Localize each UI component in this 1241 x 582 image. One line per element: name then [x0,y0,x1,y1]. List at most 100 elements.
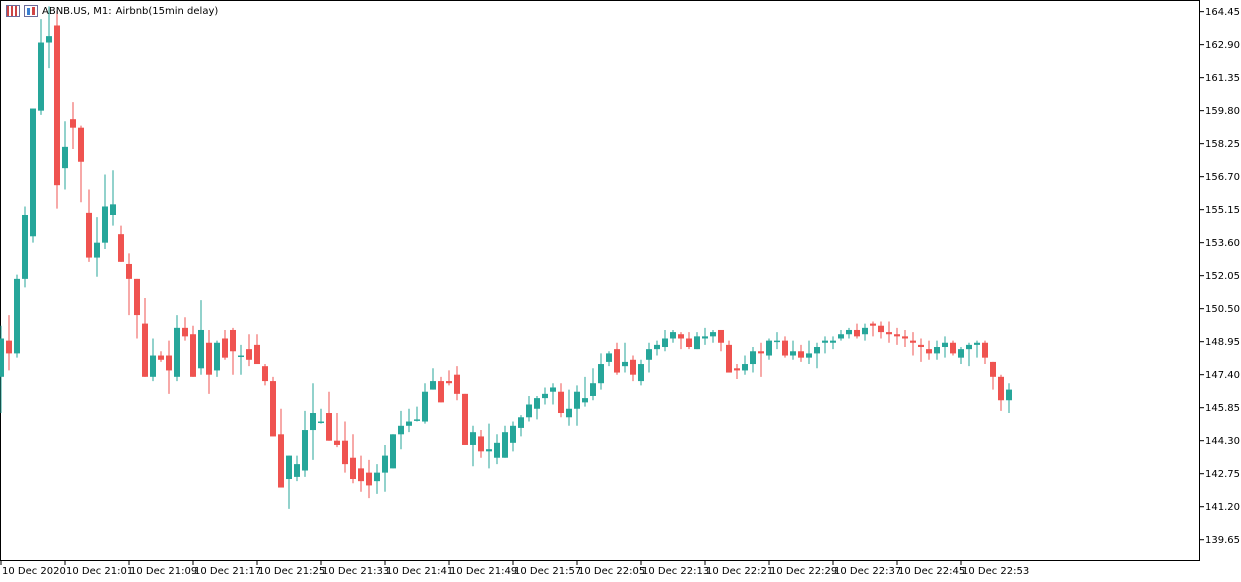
candle [102,174,108,250]
candle [974,340,980,358]
candle-body [646,349,652,360]
x-tick-label: 10 Dec 21:01 [66,566,133,577]
candle-body [806,353,812,358]
candle-body [798,351,804,358]
candle [342,421,348,473]
candle-body [686,338,692,348]
candle [134,278,140,339]
candle-body [46,36,52,43]
candle-body [454,374,460,394]
candle-body [838,334,844,339]
candle [870,321,876,337]
candle-body [526,404,532,418]
candle-body [974,342,980,345]
candle-body [654,344,660,350]
y-tick-label: 158.25 [1205,139,1240,150]
candle-body [398,425,404,435]
candle-body [70,119,76,128]
candle [190,325,196,377]
candle [118,225,124,262]
candle [22,206,28,288]
candle [574,385,580,426]
candle-body [174,327,180,377]
candle [942,336,948,358]
candle [270,376,276,437]
candle-body [0,338,4,377]
candle [966,342,972,367]
candle-body [494,442,500,458]
candle [646,342,652,373]
candle-body [598,364,604,384]
indicator-list-icon[interactable] [6,5,20,17]
candle-body [446,381,452,384]
candle-body [1006,389,1012,401]
candle [350,434,356,484]
candle-body [542,393,548,399]
candle [814,342,820,369]
candle-body [286,455,292,480]
candle [958,347,964,365]
y-tick-label: 159.80 [1205,106,1240,117]
candle-body [758,351,764,354]
candle-body [886,332,892,335]
candle-body [390,434,396,469]
chart-type-icon[interactable] [24,5,38,17]
candle-body [302,430,308,471]
candle-body [774,340,780,343]
candle [254,334,260,365]
candle-body [118,234,124,262]
x-tick-label: 10 Dec 22:05 [578,566,645,577]
x-tick-label: 10 Dec 22:37 [834,566,901,577]
y-tick-label: 161.35 [1205,73,1240,84]
candle-body [622,361,628,367]
x-axis: 10 Dec 2020 10 Dec 21:0110 Dec 21:0910 De… [0,561,1029,577]
x-tick-label: 10 Dec 22:29 [770,566,837,577]
candle-body [342,440,348,465]
candle-body [534,398,540,409]
candle-body [638,364,644,382]
candle [214,340,220,377]
candle-body [790,351,796,356]
candle [718,329,724,352]
candle [318,408,324,424]
candle-body [278,434,284,488]
candle-body [782,340,788,356]
candle-body [558,391,564,414]
candle [630,355,636,382]
candle [894,327,900,345]
candle-body [230,329,236,352]
candlestick-chart[interactable]: 164.45 162.90 161.35 159.80 158.25 156.70 155.… [0,0,1241,578]
candle [830,336,836,350]
candle [534,395,540,420]
candle-body [270,381,276,437]
candle-body [830,340,836,343]
candle [262,364,268,386]
candle-body [902,336,908,339]
candle-body [486,449,492,452]
candle [454,366,460,401]
candle [990,361,996,390]
y-axis: 164.45 162.90 161.35 159.80 158.25 156.70 155.… [1200,7,1240,546]
y-tick-label: 139.65 [1205,535,1240,546]
y-tick-label: 155.15 [1205,205,1240,216]
candle [598,353,604,390]
candle [694,332,700,350]
candle-body [942,342,948,348]
candle [798,344,804,362]
candle-body [710,332,716,337]
candle [326,391,332,441]
candle [422,383,428,424]
candle-body [670,332,676,339]
x-tick-label: 10 Dec 21:17 [194,566,261,577]
candle [926,340,932,360]
y-tick-label: 147.40 [1205,370,1240,381]
candle [910,332,916,356]
candle-body [334,440,340,445]
chart-area[interactable]: 164.45 162.90 161.35 159.80 158.25 156.70 155.… [0,0,1241,578]
candle-body [86,212,92,258]
candle-body [958,349,964,358]
candle [934,340,940,360]
candle-body [606,353,612,362]
candle [622,342,628,373]
x-tick-label: 10 Dec 21:09 [130,566,197,577]
